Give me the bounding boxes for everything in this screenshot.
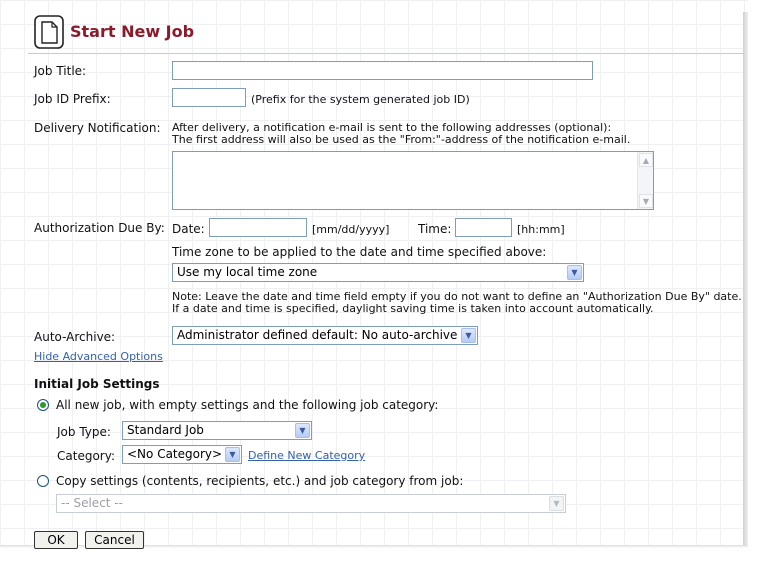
auth-due-label: Authorization Due By: xyxy=(34,221,165,235)
chevron-down-icon[interactable]: ▼ xyxy=(295,423,310,438)
timezone-label: Time zone to be applied to the date and … xyxy=(172,245,547,259)
chevron-down-icon[interactable]: ▼ xyxy=(549,496,564,511)
page-shadow-right xyxy=(743,12,748,548)
category-label: Category: xyxy=(57,449,115,463)
category-selected-value: <No Category> xyxy=(127,447,223,461)
auth-due-note-line2: If a date and time is specified, dayligh… xyxy=(172,302,654,315)
delivery-notification-label: Delivery Notification: xyxy=(34,121,161,135)
scroll-down-icon[interactable]: ▼ xyxy=(639,194,653,208)
job-title-input[interactable] xyxy=(172,61,593,80)
chevron-down-icon[interactable]: ▼ xyxy=(567,265,582,280)
time-label: Time: xyxy=(418,222,452,236)
category-select[interactable]: <No Category> ▼ xyxy=(122,445,242,464)
title-divider xyxy=(28,53,744,54)
chevron-down-icon[interactable]: ▼ xyxy=(461,328,476,343)
time-format-hint: [hh:mm] xyxy=(517,223,565,236)
job-type-select[interactable]: Standard Job ▼ xyxy=(122,421,312,440)
page-title: Start New Job xyxy=(70,22,195,41)
document-icon xyxy=(34,15,64,49)
auto-archive-select[interactable]: Administrator defined default: No auto-a… xyxy=(172,326,478,345)
chevron-down-icon[interactable]: ▼ xyxy=(225,447,240,462)
hide-advanced-options-link[interactable]: Hide Advanced Options xyxy=(34,350,163,363)
radio-copy-settings-label: Copy settings (contents, recipients, etc… xyxy=(56,474,464,488)
timezone-select[interactable]: Use my local time zone ▼ xyxy=(172,263,584,282)
auto-archive-selected-value: Administrator defined default: No auto-a… xyxy=(177,328,458,342)
job-id-prefix-hint: (Prefix for the system generated job ID) xyxy=(251,93,470,106)
delivery-email-textarea[interactable]: ▲ ▼ xyxy=(172,151,654,210)
time-input[interactable] xyxy=(455,218,512,237)
radio-copy-settings[interactable] xyxy=(37,475,49,487)
initial-settings-heading: Initial Job Settings xyxy=(34,377,160,391)
timezone-selected-value: Use my local time zone xyxy=(177,265,318,279)
date-label: Date: xyxy=(172,222,205,236)
job-title-label: Job Title: xyxy=(34,64,87,78)
job-id-prefix-input[interactable] xyxy=(172,88,246,107)
radio-new-job-label: All new job, with empty settings and the… xyxy=(56,398,439,412)
textarea-scrollbar[interactable]: ▲ ▼ xyxy=(637,152,653,209)
job-type-label: Job Type: xyxy=(57,425,111,439)
ok-button[interactable]: OK xyxy=(34,531,78,549)
scroll-up-icon[interactable]: ▲ xyxy=(639,153,653,167)
job-type-selected-value: Standard Job xyxy=(127,423,204,437)
delivery-note-line2: The first address will also be used as t… xyxy=(172,133,631,146)
radio-selected-icon xyxy=(40,402,46,408)
job-id-prefix-label: Job ID Prefix: xyxy=(34,92,111,106)
define-new-category-link[interactable]: Define New Category xyxy=(248,449,365,462)
cancel-button[interactable]: Cancel xyxy=(85,531,144,549)
date-format-hint: [mm/dd/yyyy] xyxy=(312,223,390,236)
copy-job-placeholder: -- Select -- xyxy=(61,496,123,510)
copy-job-select[interactable]: -- Select -- ▼ xyxy=(56,494,566,513)
date-input[interactable] xyxy=(209,218,307,237)
radio-new-job[interactable] xyxy=(37,399,49,411)
auto-archive-label: Auto-Archive: xyxy=(34,330,116,344)
